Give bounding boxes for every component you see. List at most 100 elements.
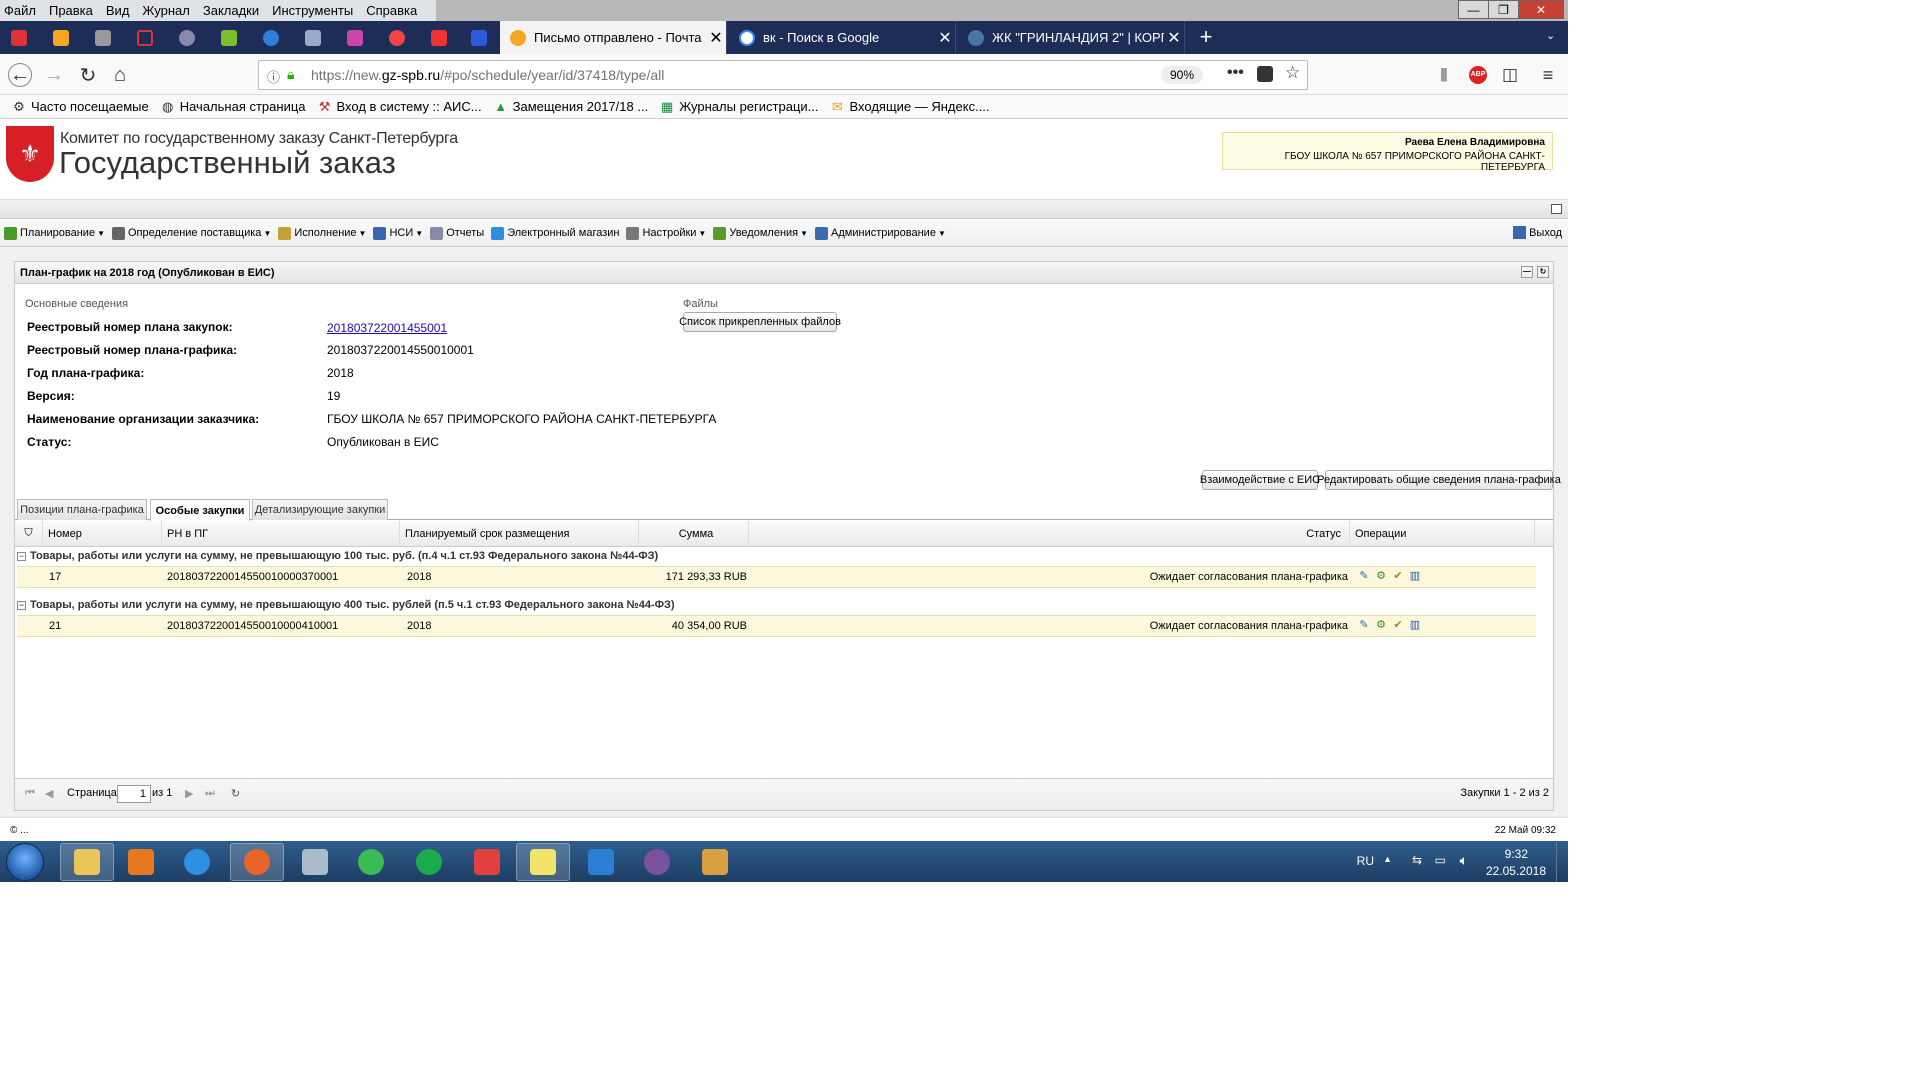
- edit-pencil-icon[interactable]: ✎: [1357, 618, 1371, 632]
- exit-button[interactable]: Выход: [1513, 226, 1562, 239]
- app-menu-item[interactable]: Исполнение ▼: [278, 226, 366, 240]
- page-number-input[interactable]: [117, 785, 151, 803]
- pinned-tab[interactable]: [382, 24, 412, 52]
- bookmark-star-icon[interactable]: ☆: [1285, 63, 1300, 83]
- menu-item[interactable]: Закладки: [203, 3, 259, 18]
- pinned-tab[interactable]: [424, 24, 454, 52]
- bookmark-item[interactable]: ✉ Входящие — Яндекс....: [831, 99, 989, 114]
- pocket-icon[interactable]: [1257, 66, 1273, 82]
- approve-icon[interactable]: ✔: [1391, 618, 1405, 632]
- taskbar-button[interactable]: [574, 843, 628, 881]
- display-tray-icon[interactable]: ▭: [1435, 853, 1446, 867]
- refresh-grid-icon[interactable]: ↻: [231, 787, 240, 800]
- app-menu-item[interactable]: НСИ ▼: [373, 226, 423, 240]
- edit-general-info-button[interactable]: Редактировать общие сведения плана-графи…: [1317, 470, 1561, 490]
- panel-minimize-icon[interactable]: —: [1521, 266, 1533, 278]
- prev-page-icon[interactable]: ◀: [45, 787, 53, 800]
- pinned-tab[interactable]: [340, 24, 370, 52]
- app-menu-item[interactable]: Отчеты: [430, 226, 484, 240]
- minimize-button[interactable]: —: [1458, 0, 1489, 19]
- app-menu-item[interactable]: Определение поставщика ▼: [112, 226, 271, 240]
- hamburger-menu-icon[interactable]: ≡: [1536, 63, 1560, 87]
- col-sum[interactable]: Сумма: [639, 521, 749, 546]
- start-button[interactable]: [6, 843, 44, 881]
- sidebar-icon[interactable]: ◫: [1498, 63, 1522, 87]
- taskbar-button[interactable]: [288, 843, 342, 881]
- taskbar-button[interactable]: [170, 843, 224, 881]
- col-term[interactable]: Планируемый срок размещения: [400, 521, 639, 546]
- edit-pencil-icon[interactable]: ✎: [1357, 569, 1371, 583]
- home-button[interactable]: ⌂: [108, 63, 132, 87]
- close-tab-icon[interactable]: ✕: [1164, 28, 1184, 48]
- table-row[interactable]: 21 2018037220014550010000410001 2018 40 …: [17, 615, 1536, 637]
- info-icon[interactable]: ⓘ: [267, 67, 280, 86]
- app-menu-item[interactable]: Электронный магазин: [491, 226, 619, 240]
- library-icon[interactable]: ⫼: [1432, 63, 1456, 87]
- browser-tab[interactable]: вк - Поиск в Google ✕: [729, 21, 956, 54]
- menu-item[interactable]: Справка: [366, 3, 417, 18]
- app-menu-item[interactable]: Администрирование ▼: [815, 226, 946, 240]
- taskbar-button[interactable]: [630, 843, 684, 881]
- inner-tab[interactable]: Позиции плана-графика: [17, 499, 147, 520]
- taskbar-button[interactable]: [230, 843, 284, 881]
- pinned-tab[interactable]: [130, 24, 160, 52]
- show-desktop-button[interactable]: [1556, 841, 1568, 882]
- menu-item[interactable]: Инструменты: [272, 3, 353, 18]
- app-menu-item[interactable]: Планирование ▼: [4, 226, 105, 240]
- language-indicator[interactable]: RU: [1357, 854, 1374, 868]
- bookmark-item[interactable]: ▦ Журналы регистраци...: [660, 99, 818, 114]
- tray-expand-icon[interactable]: ▲: [1383, 854, 1392, 864]
- settings-cog-icon[interactable]: ⚙: [1374, 569, 1388, 583]
- menu-item[interactable]: Вид: [106, 3, 130, 18]
- inner-tab[interactable]: Особые закупки: [150, 499, 250, 521]
- eis-interaction-button[interactable]: Взаимодействие с ЕИС: [1200, 470, 1320, 490]
- pinned-tab[interactable]: [464, 24, 494, 52]
- chart-icon[interactable]: ▥: [1408, 618, 1422, 632]
- close-tab-icon[interactable]: ✕: [935, 28, 955, 48]
- collapse-group-icon[interactable]: −: [17, 600, 26, 610]
- reload-button[interactable]: ↻: [76, 63, 100, 87]
- tab-list-button[interactable]: ⌄: [1546, 29, 1555, 42]
- pinned-tab[interactable]: [256, 24, 286, 52]
- taskbar-button[interactable]: [114, 843, 168, 881]
- filter-icon[interactable]: ⛉: [15, 521, 43, 546]
- app-menu-item[interactable]: Настройки ▼: [626, 226, 706, 240]
- attached-files-button[interactable]: Список прикрепленных файлов: [679, 312, 841, 332]
- approve-icon[interactable]: ✔: [1391, 569, 1405, 583]
- pinned-tab[interactable]: [4, 24, 34, 52]
- maximize-button[interactable]: ❐: [1488, 0, 1519, 19]
- network-tray-icon[interactable]: ⇆: [1412, 853, 1422, 867]
- back-button[interactable]: ←: [8, 63, 32, 87]
- pinned-tab[interactable]: [46, 24, 76, 52]
- clock-time[interactable]: 9:32: [1505, 847, 1528, 861]
- col-operations[interactable]: Операции: [1350, 521, 1535, 546]
- col-rn[interactable]: РН в ПГ: [162, 521, 400, 546]
- adblock-icon[interactable]: ABP: [1469, 66, 1487, 84]
- panel-refresh-icon[interactable]: ↻: [1537, 266, 1549, 278]
- close-window-button[interactable]: ✕: [1518, 0, 1564, 19]
- pinned-tab[interactable]: [298, 24, 328, 52]
- field-value-link[interactable]: 201803722001455001: [327, 321, 447, 335]
- new-tab-button[interactable]: +: [1194, 25, 1218, 49]
- collapse-header-icon[interactable]: [1551, 204, 1562, 214]
- page-actions-icon[interactable]: •••: [1227, 64, 1244, 82]
- url-bar[interactable]: ⓘ 🔒︎ https://new.gz-spb.ru/#po/schedule/…: [258, 60, 1308, 90]
- taskbar-button[interactable]: [460, 843, 514, 881]
- bookmark-item[interactable]: ⚙ Часто посещаемые: [12, 99, 149, 114]
- chart-icon[interactable]: ▥: [1408, 569, 1422, 583]
- first-page-icon[interactable]: ⏮: [25, 787, 35, 800]
- table-row[interactable]: 17 2018037220014550010000370001 2018 171…: [17, 566, 1536, 588]
- pinned-tab[interactable]: [214, 24, 244, 52]
- forward-button[interactable]: →: [42, 63, 66, 87]
- col-status[interactable]: Статус: [749, 521, 1350, 546]
- taskbar-button[interactable]: [402, 843, 456, 881]
- app-menu-item[interactable]: Уведомления ▼: [713, 226, 808, 240]
- pinned-tab[interactable]: [88, 24, 118, 52]
- taskbar-button[interactable]: [688, 843, 742, 881]
- bookmark-item[interactable]: ◍ Начальная страница: [161, 99, 305, 114]
- taskbar-button[interactable]: [60, 843, 114, 881]
- close-tab-icon[interactable]: ✕: [706, 28, 726, 48]
- bookmark-item[interactable]: ▲ Замещения 2017/18 ...: [494, 99, 648, 114]
- taskbar-button[interactable]: [344, 843, 398, 881]
- clock-date[interactable]: 22.05.2018: [1486, 864, 1546, 878]
